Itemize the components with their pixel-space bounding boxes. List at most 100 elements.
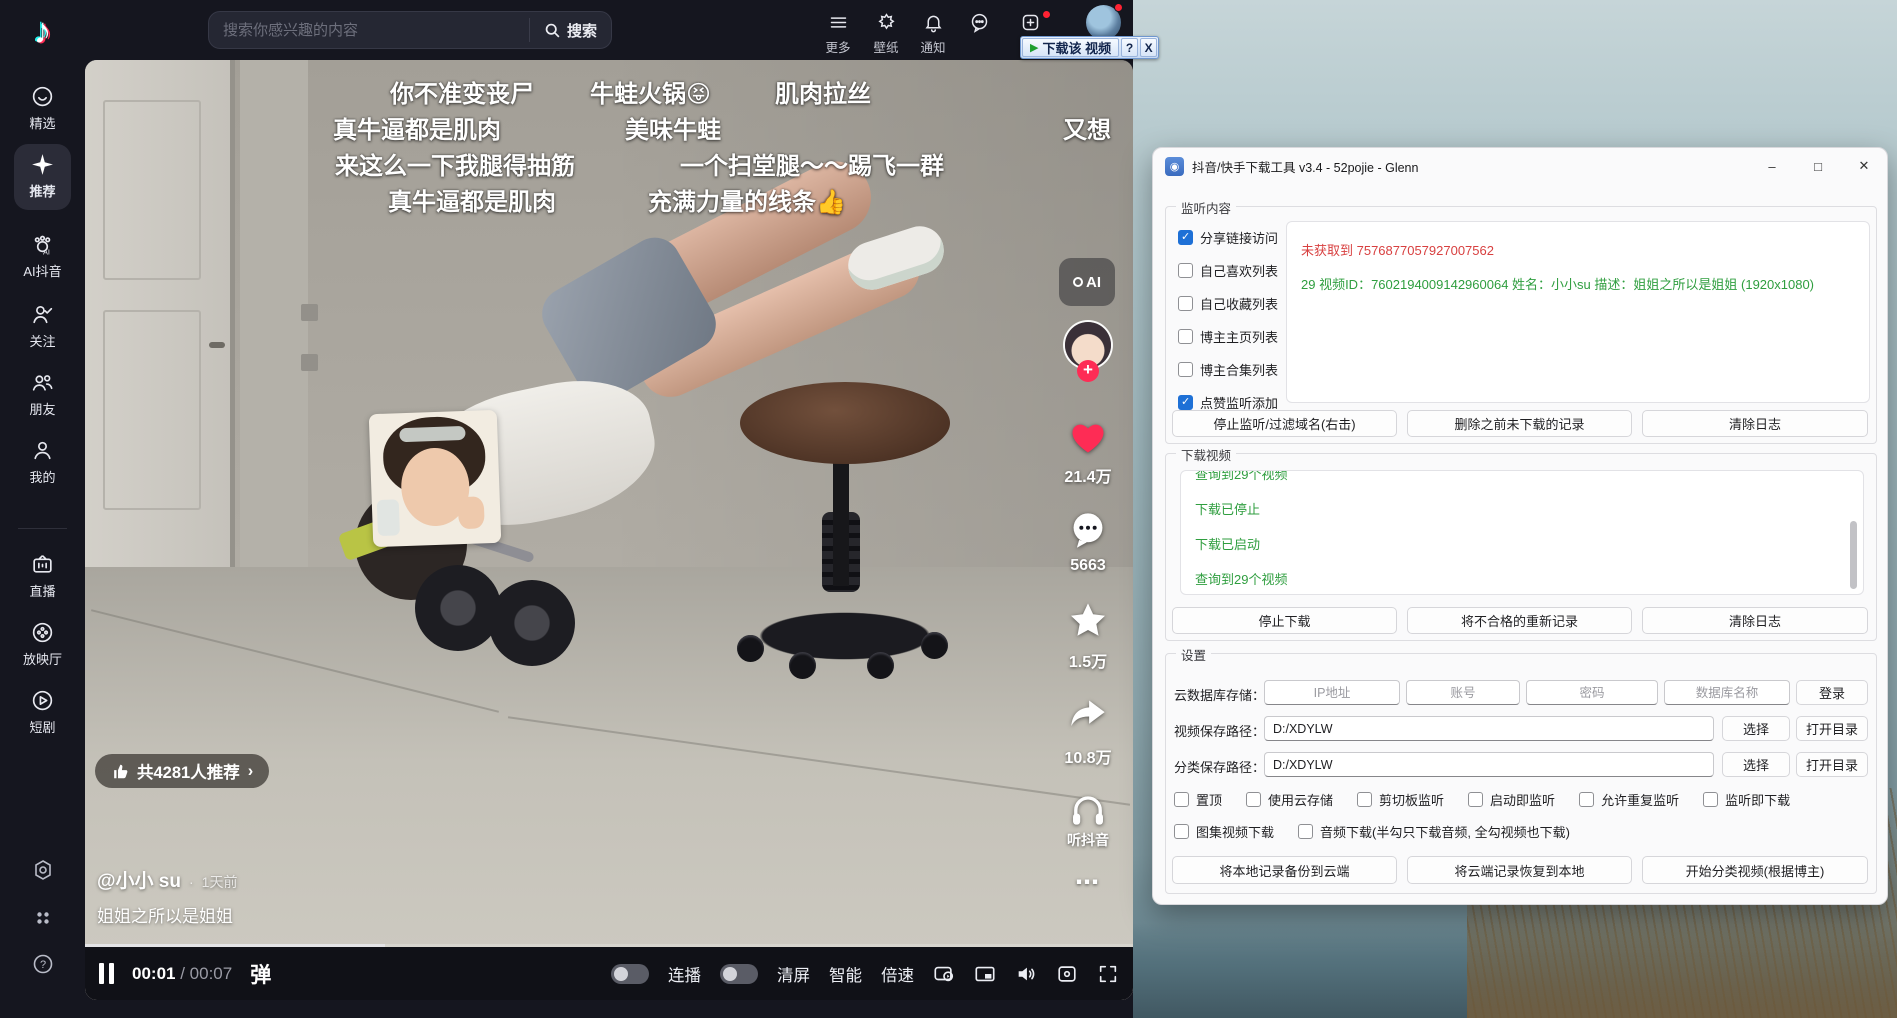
stop-listen-button[interactable]: 停止监听/过滤域名(右击) [1172,410,1397,437]
more-options-icon[interactable]: ⋯ [1043,868,1133,897]
autoplay-toggle[interactable] [611,964,649,984]
wallpaper-menu[interactable]: 壁纸 [862,12,910,56]
recommend-pill[interactable]: 共4281人推荐 › [95,754,269,788]
download-group: 下载视频 查询到29个视频 下载已停止 下载已启动 查询到29个视频 停止下载 … [1165,453,1877,641]
sidebar-item-friends[interactable]: 朋友 [0,370,85,418]
user-avatar[interactable] [1086,5,1121,40]
account-field[interactable] [1406,680,1520,705]
video-path-open-button[interactable]: 打开目录 [1796,716,1868,741]
password-field[interactable] [1526,680,1658,705]
douyin-logo-icon[interactable]: ♪ [0,10,85,52]
film-reel-icon [30,620,55,645]
check-my-collections[interactable]: 自己收藏列表 [1178,294,1278,313]
clear-screen-label[interactable]: 清屏 [777,962,810,986]
download-video-button[interactable]: ▶ 下载该 视频 [1022,38,1119,57]
listen-legend: 监听内容 [1176,198,1236,217]
class-path-open-button[interactable]: 打开目录 [1796,752,1868,777]
chevron-right-icon: › [248,762,254,781]
check-author-mix[interactable]: 博主合集列表 [1178,360,1278,379]
class-path-input[interactable] [1264,752,1714,777]
start-classify-button[interactable]: 开始分类视频(根据博主) [1642,856,1868,884]
close-button[interactable]: ✕ [1841,149,1887,183]
like-heart-icon[interactable] [1068,418,1108,458]
clear-download-log-button[interactable]: 清除日志 [1642,607,1868,634]
opt-allow-repeat[interactable]: 允许重复监听 [1579,790,1679,809]
more-menu[interactable]: 更多 [814,12,862,56]
bell-icon [923,12,944,33]
check-author-home[interactable]: 博主主页列表 [1178,327,1278,346]
sidebar-item-live[interactable]: 直播 [0,552,85,600]
sidebar-item-theater[interactable]: 放映厅 [0,620,85,668]
opt-audio-download[interactable]: 音频下载(半勾只下载音频, 全勾视频也下载) [1298,822,1570,841]
messages-button[interactable] [955,12,1003,37]
mini-window-icon[interactable] [1056,963,1078,985]
check-label: 使用云存储 [1268,790,1333,809]
class-path-choose-button[interactable]: 选择 [1722,752,1790,777]
favorite-star-icon[interactable] [1068,600,1108,640]
pause-button[interactable] [99,963,114,984]
speed-button[interactable]: 倍速 [881,962,914,986]
autoplay-label[interactable]: 连播 [668,962,701,986]
follow-plus-button[interactable]: + [1077,360,1099,382]
video-path-choose-button[interactable]: 选择 [1722,716,1790,741]
listen-log[interactable]: 未获取到 7576877057927007562 29 视频ID：7602194… [1286,221,1870,403]
sidebar-item-ai[interactable]: AI AI抖音 [0,232,85,280]
opt-clipboard-listen[interactable]: 剪切板监听 [1357,790,1444,809]
overlay-help-button[interactable]: ? [1121,38,1138,57]
volume-icon[interactable] [1015,963,1037,985]
login-button[interactable]: 登录 [1796,680,1868,705]
title-bar[interactable]: ◉ 抖音/快手下载工具 v3.4 - 52pojie - Glenn – □ ✕ [1153,148,1887,184]
smart-button[interactable]: 智能 [829,962,862,986]
clear-screen-toggle[interactable] [720,964,758,984]
overlay-close-button[interactable]: X [1140,38,1157,57]
upload-button[interactable] [1006,12,1054,37]
stop-download-button[interactable]: 停止下载 [1172,607,1397,634]
sidebar-item-label: 短剧 [0,717,85,736]
pip-icon[interactable] [974,963,996,985]
download-log[interactable]: 查询到29个视频 下载已停止 下载已启动 查询到29个视频 [1180,470,1864,595]
opt-always-on-top[interactable]: 置顶 [1174,790,1222,809]
apps-grid-icon[interactable] [0,906,85,935]
log-scrollbar[interactable] [1850,521,1857,589]
video-player[interactable]: 你不准变丧尸 牛蛙火锅😝 肌肉拉丝 真牛逼都是肌肉 美味牛蛙 又想 来这么一下我… [85,60,1133,1000]
sidebar-item-recommend[interactable]: 推荐 [0,152,85,200]
search-bar[interactable]: 搜索 [208,11,612,49]
headphones-icon[interactable] [1068,788,1108,828]
comment-icon[interactable] [1068,510,1108,550]
video-path-input[interactable] [1264,716,1714,741]
sidebar-item-profile[interactable]: 我的 [0,438,85,486]
share-icon[interactable] [1068,696,1108,736]
db-name-field[interactable] [1664,680,1790,705]
help-icon[interactable]: ? [0,952,85,981]
ai-search-button[interactable]: AI [1059,258,1115,306]
opt-cloud-storage[interactable]: 使用云存储 [1246,790,1333,809]
auto-continue-icon[interactable] [933,963,955,985]
author-name[interactable]: @小小 su [97,866,181,893]
settings-gear-icon[interactable] [0,858,85,887]
check-share-link[interactable]: 分享链接访问 [1178,228,1278,247]
opt-gallery-video[interactable]: 图集视频下载 [1174,822,1274,841]
time-separator: / [175,964,189,983]
window-title: 抖音/快手下载工具 v3.4 - 52pojie - Glenn [1192,157,1418,176]
danmaku-toggle[interactable]: 弹 [250,959,271,989]
opt-listen-on-start[interactable]: 启动即监听 [1468,790,1555,809]
search-button[interactable]: 搜索 [529,18,611,42]
sidebar-item-follow[interactable]: 关注 [0,302,85,350]
sidebar-item-drama[interactable]: 短剧 [0,688,85,736]
restore-from-cloud-button[interactable]: 将云端记录恢复到本地 [1407,856,1632,884]
backup-to-cloud-button[interactable]: 将本地记录备份到云端 [1172,856,1397,884]
delete-undownloaded-button[interactable]: 删除之前未下载的记录 [1407,410,1632,437]
sidebar-item-featured[interactable]: 精选 [0,84,85,132]
clear-listen-log-button[interactable]: 清除日志 [1642,410,1868,437]
maximize-button[interactable]: □ [1795,149,1841,183]
check-my-likes[interactable]: 自己喜欢列表 [1178,261,1278,280]
minimize-button[interactable]: – [1749,149,1795,183]
notifications-menu[interactable]: 通知 [909,12,957,56]
play-icon: ▶ [1030,41,1038,54]
fullscreen-icon[interactable] [1097,963,1119,985]
opt-download-on-listen[interactable]: 监听即下载 [1703,790,1790,809]
friends-icon [30,370,55,395]
search-input[interactable] [223,22,529,39]
ip-address-field[interactable] [1264,680,1400,705]
rerecord-unqualified-button[interactable]: 将不合格的重新记录 [1407,607,1632,634]
